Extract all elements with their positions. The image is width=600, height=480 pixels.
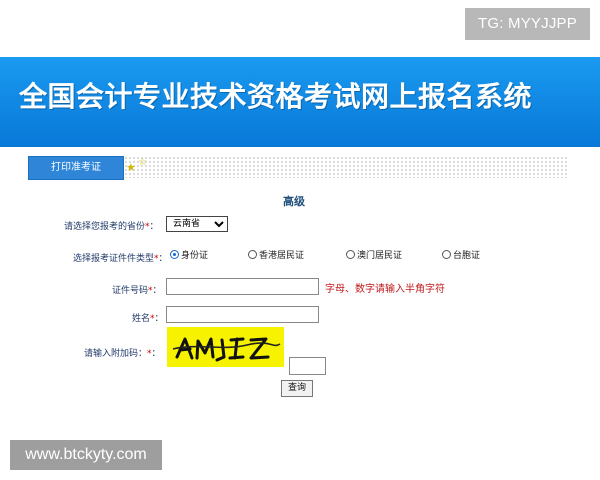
id-number-hint: 字母、数字请输入半角字符: [325, 284, 445, 295]
radio-button[interactable]: [442, 250, 451, 259]
province-select[interactable]: 云南省: [166, 216, 228, 232]
id-type-option-hk[interactable]: 香港居民证: [248, 248, 304, 261]
colon: ：: [152, 286, 162, 296]
name-label-text: 姓名: [132, 314, 151, 324]
form-title: 高级: [283, 195, 305, 208]
colon: ：: [138, 349, 148, 359]
colon: ：: [149, 222, 159, 232]
id-type-text: 香港居民证: [259, 251, 305, 261]
tab-print-admission[interactable]: 打印准考证: [28, 156, 124, 180]
query-button[interactable]: 查询: [281, 380, 313, 397]
colon: ：: [151, 349, 161, 359]
site-title: 全国会计专业技术资格考试网上报名系统: [19, 80, 533, 113]
province-label: 请选择您报考的省份*：: [64, 219, 159, 232]
id-type-option-macau[interactable]: 澳门居民证: [346, 248, 402, 261]
captcha-label-text: 请输入附加码: [84, 349, 139, 359]
radio-button-checked[interactable]: [170, 250, 179, 259]
site-watermark: www.btckyty.com: [10, 440, 162, 470]
captcha-label: 请输入附加码：*：: [84, 346, 161, 359]
captcha-glyphs: [172, 337, 281, 362]
tab-bar: 打印准考证 ★ ☆: [28, 156, 568, 180]
id-type-text: 澳门居民证: [357, 251, 403, 261]
id-type-option-idcard[interactable]: 身份证: [170, 248, 208, 261]
star-icon: ☆: [138, 157, 147, 168]
id-type-label: 选择报考证件件类型*：: [73, 251, 168, 264]
colon: ：: [158, 254, 168, 264]
radio-button[interactable]: [346, 250, 355, 259]
name-label: 姓名*：: [132, 311, 164, 324]
id-number-label: 证件号码*：: [112, 283, 162, 296]
site-header: 全国会计专业技术资格考试网上报名系统: [0, 57, 600, 147]
id-number-label-text: 证件号码: [112, 286, 149, 296]
radio-button[interactable]: [248, 250, 257, 259]
id-type-option-taiwan[interactable]: 台胞证: [442, 248, 480, 261]
id-type-text: 台胞证: [453, 251, 481, 261]
star-icon: ★: [126, 161, 136, 174]
colon: ：: [154, 314, 164, 324]
id-type-text: 身份证: [181, 251, 209, 261]
name-input[interactable]: [166, 306, 319, 323]
captcha-input[interactable]: [289, 357, 326, 375]
captcha-image[interactable]: [167, 327, 284, 367]
id-number-input[interactable]: [166, 278, 319, 295]
tg-watermark: TG: MYYJJPP: [465, 8, 590, 40]
province-label-text: 请选择您报考的省份: [64, 222, 146, 232]
id-type-label-text: 选择报考证件件类型: [73, 254, 155, 264]
